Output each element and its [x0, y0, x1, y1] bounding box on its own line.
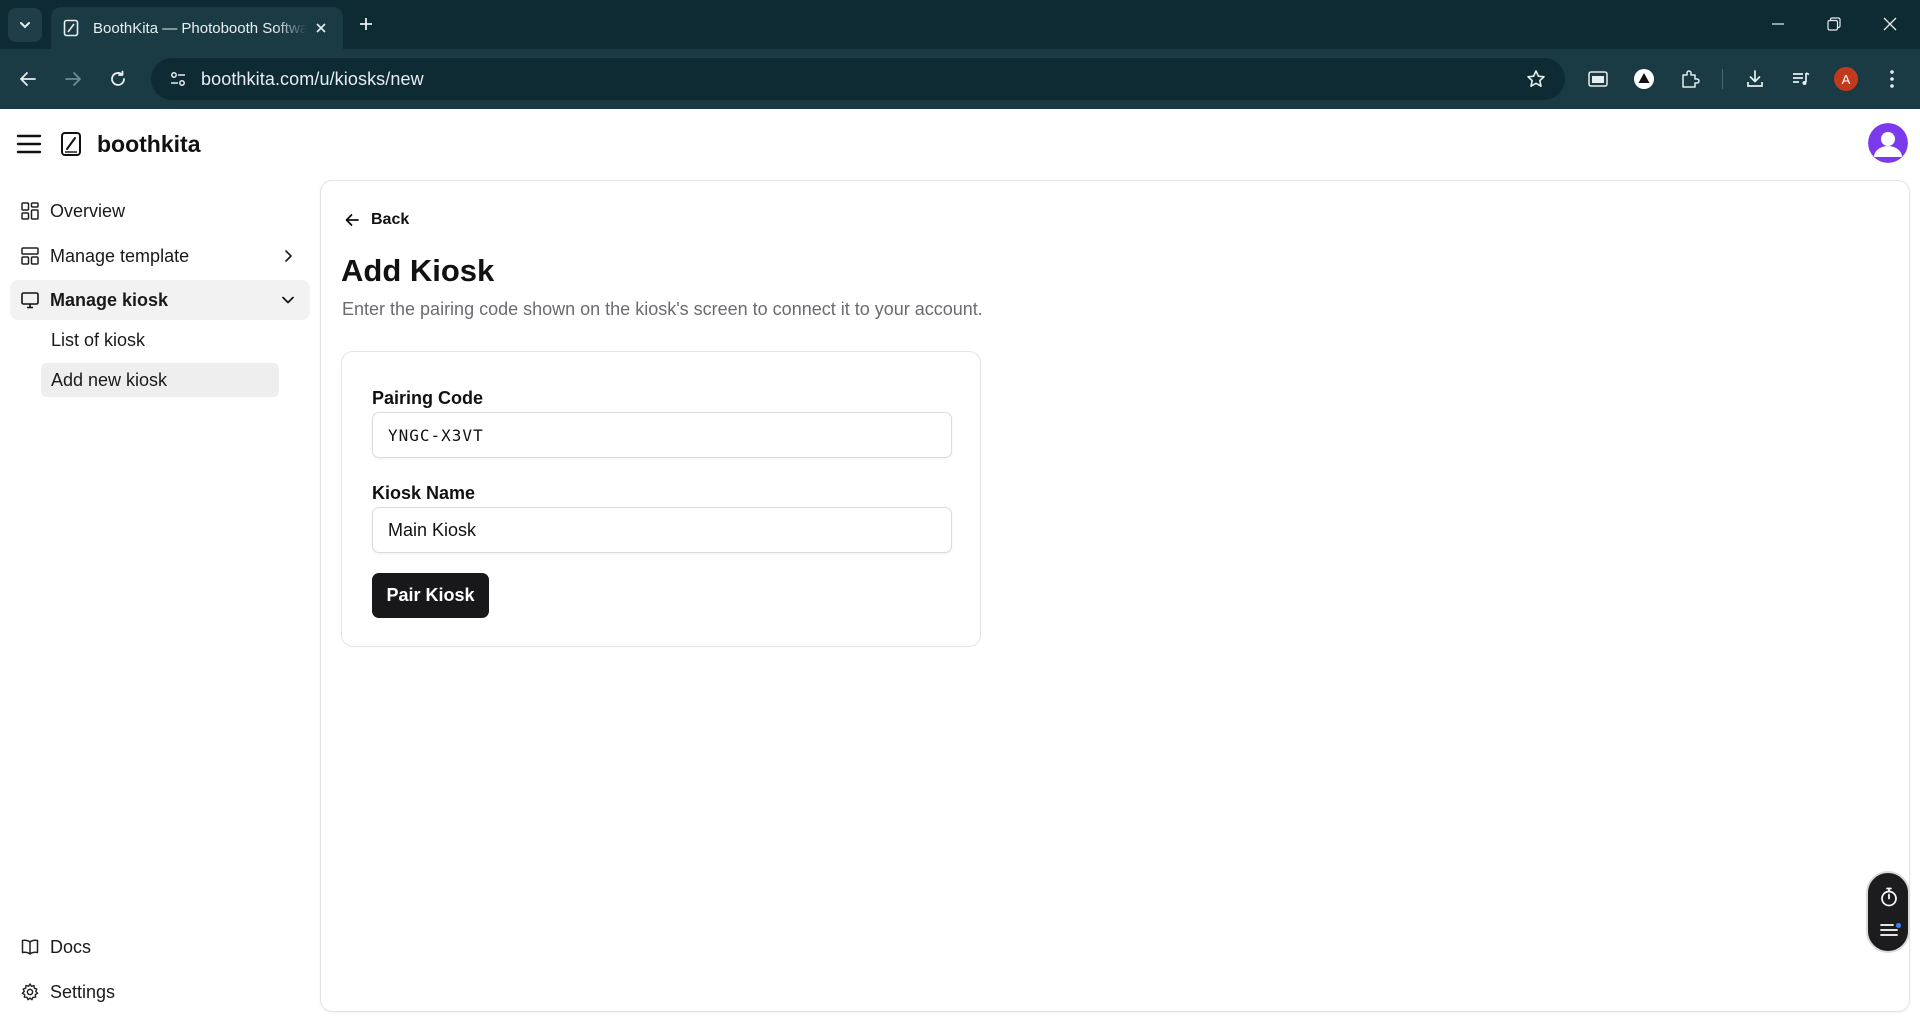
site-info-icon[interactable] — [155, 58, 201, 100]
pair-kiosk-form: Pairing Code Kiosk Name Pair Kiosk — [341, 351, 981, 647]
pairing-code-label: Pairing Code — [372, 388, 484, 408]
boothkita-logo-icon — [58, 130, 84, 158]
back-nav-button[interactable] — [12, 63, 44, 95]
timer-button[interactable] — [1878, 886, 1900, 908]
notification-dot — [1896, 923, 1901, 928]
boothkita-favicon-icon — [63, 19, 81, 37]
sidebar-item-overview[interactable]: Overview — [10, 191, 310, 231]
chevron-down-icon — [20, 22, 30, 29]
bookmark-star-icon[interactable] — [1525, 68, 1547, 90]
extension-window-icon[interactable] — [1582, 63, 1614, 95]
browser-tab-bar: BoothKita — Photobooth Software — [0, 0, 1920, 49]
pair-kiosk-button[interactable]: Pair Kiosk — [372, 573, 489, 618]
extension-triangle-icon[interactable] — [1628, 63, 1660, 95]
plus-icon — [360, 18, 372, 30]
tab-search-button[interactable] — [8, 8, 42, 42]
sidebar: Overview Manage template Manage kiosk Li… — [0, 179, 320, 1020]
forward-nav-button[interactable] — [57, 63, 89, 95]
sidebar-item-label: Manage template — [50, 245, 190, 266]
reload-button[interactable] — [102, 63, 134, 95]
page-subtitle: Enter the pairing code shown on the kios… — [342, 299, 983, 319]
back-link[interactable]: Back — [343, 211, 409, 229]
sidebar-subitem-label: Add new kiosk — [51, 369, 168, 390]
restore-icon — [1827, 17, 1841, 31]
chevron-right-icon — [278, 246, 298, 266]
arrow-left-icon — [343, 211, 361, 229]
profile-button[interactable]: A — [1830, 63, 1862, 95]
back-label: Back — [371, 211, 410, 228]
browser-menu-icon[interactable] — [1876, 63, 1908, 95]
book-icon — [20, 937, 40, 957]
sidebar-subitem-list-of-kiosk[interactable]: List of kiosk — [41, 323, 279, 357]
extensions-puzzle-icon[interactable] — [1674, 63, 1706, 95]
window-minimize-button[interactable] — [1758, 8, 1798, 40]
tab-title: BoothKita — Photobooth Software — [93, 19, 307, 37]
profile-initial: A — [1834, 67, 1858, 91]
page-title: Add Kiosk — [341, 253, 495, 288]
grid-icon — [20, 201, 40, 221]
media-controls-icon[interactable] — [1785, 63, 1817, 95]
sidebar-item-docs[interactable]: Docs — [10, 927, 310, 967]
arrow-left-icon — [20, 72, 36, 86]
sidebar-subitem-add-new-kiosk[interactable]: Add new kiosk — [41, 363, 279, 397]
arrow-right-icon — [65, 72, 81, 86]
app-header: boothkita — [0, 109, 1920, 179]
sidebar-item-label: Settings — [50, 981, 116, 1002]
sidebar-subitem-label: List of kiosk — [51, 329, 146, 350]
kiosk-name-label: Kiosk Name — [372, 483, 476, 503]
gear-icon — [20, 982, 40, 1002]
floating-tools-widget — [1866, 871, 1910, 953]
user-avatar[interactable] — [1868, 123, 1908, 163]
url-text: boothkita.com/u/kiosks/new — [201, 68, 424, 89]
hamburger-icon — [16, 134, 42, 154]
sidebar-item-settings[interactable]: Settings — [10, 972, 310, 1012]
chevron-down-icon — [278, 290, 298, 310]
close-icon — [1883, 17, 1897, 31]
toolbar-separator — [1722, 69, 1723, 89]
layout-icon — [20, 246, 40, 266]
brand-name: boothkita — [97, 131, 201, 157]
pairing-code-input[interactable] — [372, 412, 952, 458]
address-bar[interactable]: boothkita.com/u/kiosks/new — [151, 58, 1565, 100]
sidebar-item-label: Overview — [50, 200, 126, 221]
sidebar-item-label: Manage kiosk — [50, 289, 169, 310]
sidebar-item-manage-kiosk[interactable]: Manage kiosk — [10, 280, 310, 320]
kiosk-name-input[interactable] — [372, 507, 952, 553]
user-icon — [1868, 123, 1908, 163]
browser-toolbar: boothkita.com/u/kiosks/new A — [0, 49, 1920, 109]
sidebar-item-manage-template[interactable]: Manage template — [10, 236, 310, 276]
browser-tab-active[interactable]: BoothKita — Photobooth Software — [51, 7, 343, 49]
downloads-icon[interactable] — [1739, 63, 1771, 95]
window-close-button[interactable] — [1870, 8, 1910, 40]
minimize-icon — [1772, 23, 1784, 25]
tab-close-icon[interactable] — [311, 18, 331, 38]
menu-toggle-button[interactable] — [15, 131, 43, 157]
stopwatch-icon — [1881, 887, 1897, 907]
reload-icon — [111, 70, 125, 86]
window-restore-button[interactable] — [1814, 8, 1854, 40]
sidebar-item-label: Docs — [50, 936, 92, 957]
main-panel: Back Add Kiosk Enter the pairing code sh… — [320, 180, 1910, 1012]
new-tab-button[interactable] — [353, 11, 379, 37]
monitor-icon — [20, 290, 40, 310]
